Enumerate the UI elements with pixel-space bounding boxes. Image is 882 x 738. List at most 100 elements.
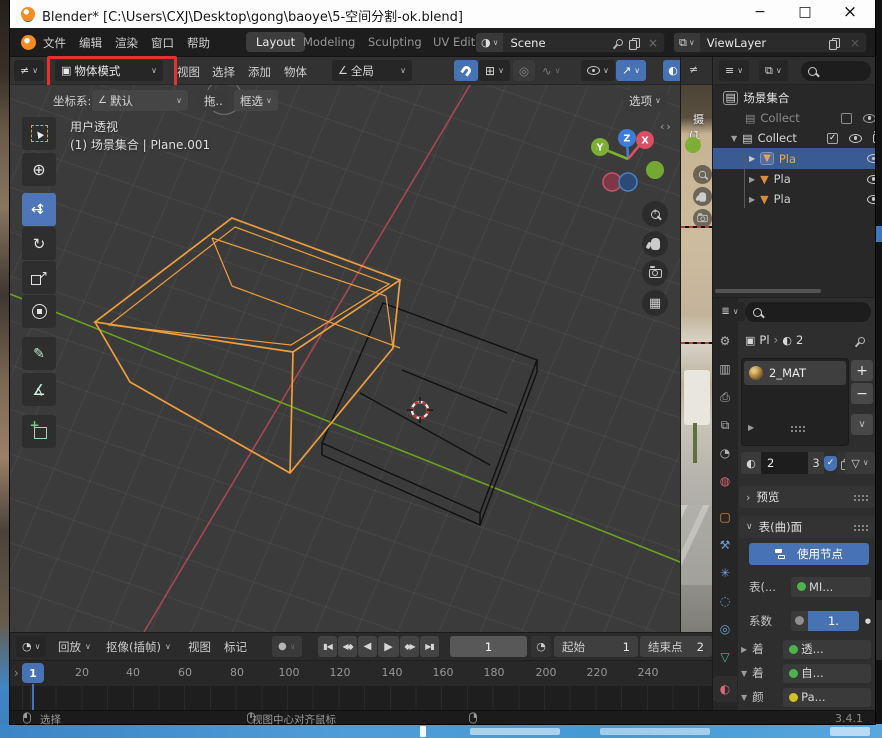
- slot-list-grip[interactable]: [790, 425, 805, 432]
- panel-grip[interactable]: [853, 494, 868, 501]
- link-funnel-dropdown[interactable]: ▽∨: [845, 452, 875, 474]
- slot-specials-button[interactable]: ∨: [851, 414, 873, 435]
- shader-select-button[interactable]: 自...: [783, 664, 871, 683]
- exclude-checkbox[interactable]: [841, 113, 852, 124]
- snap-toggle-button[interactable]: [454, 60, 478, 81]
- tab-object[interactable]: ▢: [713, 504, 737, 530]
- falloff-dropdown[interactable]: ∿∨: [536, 60, 567, 81]
- strip-gizmo-y-ball[interactable]: [685, 137, 701, 153]
- expand-icon[interactable]: ▶: [749, 154, 755, 163]
- outliner-row-collection-1[interactable]: ▤ Collect: [713, 108, 875, 128]
- playhead-marker[interactable]: 1: [22, 663, 44, 683]
- scene-type-button[interactable]: ◑ ∨: [476, 33, 503, 52]
- jump-to-end-button[interactable]: ▶▮: [420, 636, 439, 657]
- hide-eye-icon[interactable]: [867, 175, 875, 184]
- camera-view-button[interactable]: [642, 260, 668, 286]
- tool-annotate[interactable]: ✎: [22, 337, 56, 370]
- keyframe-dot-icon[interactable]: ●: [865, 617, 871, 625]
- timeline-keying-menu[interactable]: 抠像(插帧)∨: [106, 639, 171, 655]
- end-frame-field[interactable]: 结束点 2: [640, 636, 712, 657]
- tool-rotate[interactable]: ↻: [22, 227, 56, 260]
- tab-object-data[interactable]: ▽: [713, 644, 737, 670]
- auto-keying-record-button[interactable]: ● ∨: [272, 636, 302, 657]
- outliner-display-mode-button[interactable]: ⧉∨: [759, 60, 788, 81]
- fake-user-shield-toggle[interactable]: ✓: [824, 456, 837, 471]
- orientation-dropdown[interactable]: ∠ 全局 ∨: [332, 60, 412, 81]
- strip-pan-button[interactable]: [693, 187, 712, 206]
- scene-name[interactable]: Scene: [503, 36, 615, 50]
- render-camera-icon[interactable]: [873, 134, 875, 143]
- drag-button[interactable]: 拖..: [198, 90, 229, 111]
- tab-scene[interactable]: ◔: [713, 440, 737, 466]
- expand-icon[interactable]: ▶: [749, 175, 755, 184]
- tab-tool[interactable]: ⚙: [713, 328, 737, 354]
- breadcrumb-object[interactable]: Pl: [759, 333, 769, 347]
- editor-type-button[interactable]: ≠∨: [14, 60, 44, 81]
- timeline-ruler[interactable]: › 20 40 60 80 100 120 140 160 180 200 22…: [10, 660, 712, 686]
- gizmos-dropdown[interactable]: ↗∨: [616, 60, 646, 81]
- outliner-h-scrollbar[interactable]: [715, 289, 821, 293]
- current-frame-field[interactable]: 1: [450, 636, 527, 657]
- breadcrumb-material[interactable]: 2: [796, 333, 854, 347]
- factor-value-slider[interactable]: 1.: [808, 611, 859, 631]
- navigation-gizmo[interactable]: Z X Y: [585, 113, 677, 213]
- tab-modifiers[interactable]: ⚒: [713, 532, 737, 558]
- slot-remove-button[interactable]: −: [851, 383, 873, 404]
- tab-sculpting[interactable]: Sculpting: [368, 35, 422, 49]
- proportional-edit-button[interactable]: ◎: [513, 60, 535, 81]
- jump-to-start-button[interactable]: ▮◀: [318, 636, 337, 657]
- timeline-playback-menu[interactable]: 回放∨: [58, 639, 91, 655]
- color-select-button[interactable]: Pa...: [783, 688, 871, 707]
- exclude-checkbox[interactable]: ✓: [827, 133, 838, 144]
- box-select-dropdown[interactable]: 框选∨: [234, 90, 278, 111]
- hide-eye-icon[interactable]: [863, 114, 875, 123]
- panel-grip[interactable]: [853, 524, 868, 531]
- menu-file[interactable]: 文件: [43, 35, 66, 51]
- timeline-track[interactable]: [10, 686, 712, 711]
- blender-menu-icon[interactable]: [21, 35, 36, 50]
- pin-icon[interactable]: [857, 335, 867, 345]
- material-slot-row[interactable]: 2_MAT: [744, 361, 846, 385]
- preview-panel-header[interactable]: › 预览: [739, 486, 875, 508]
- expand-icon[interactable]: ▶: [749, 195, 755, 204]
- tool-move[interactable]: ↔↕: [22, 193, 56, 226]
- tool-scale[interactable]: ↗: [22, 261, 56, 294]
- hide-eye-icon[interactable]: [867, 154, 875, 163]
- next-keyframe-button[interactable]: ◆▶: [400, 636, 419, 657]
- tab-modeling[interactable]: Modeling: [303, 35, 355, 49]
- new-viewlayer-icon[interactable]: [832, 38, 840, 48]
- menu-render[interactable]: 渲染: [115, 35, 138, 51]
- outliner-row-object-selected[interactable]: ▶ ▼ Pla: [713, 148, 875, 169]
- strip-editor-icon[interactable]: ≠: [689, 63, 698, 76]
- tab-render[interactable]: ▥: [713, 356, 737, 382]
- maximize-button[interactable]: □: [790, 4, 820, 24]
- expand-icon[interactable]: ▼: [731, 134, 737, 143]
- menu-window[interactable]: 窗口: [151, 35, 174, 51]
- shader-select-button[interactable]: MI...: [791, 577, 871, 597]
- tab-world[interactable]: ◍: [713, 468, 737, 494]
- strip-viewport[interactable]: 摄 (1: [680, 85, 712, 632]
- outliner-editor-type-button[interactable]: ≡∨: [719, 60, 749, 81]
- strip-zoom-button[interactable]: [693, 165, 712, 184]
- viewport-3d[interactable]: 坐标系: ∠ 默认 ∨ 拖.. 框选∨ 选项∨ 用户透视 (1) 场景集合 | …: [10, 85, 680, 632]
- tab-view-layer[interactable]: ⧉: [713, 412, 737, 438]
- props-search-field[interactable]: [745, 302, 871, 322]
- tool-add-cube[interactable]: +: [22, 415, 56, 448]
- coord-system-dropdown[interactable]: ∠ 默认 ∨: [92, 90, 188, 111]
- browse-material-button[interactable]: ◐: [741, 452, 761, 474]
- start-frame-field[interactable]: 起始 1: [554, 636, 638, 657]
- tab-material[interactable]: ◐: [713, 676, 737, 702]
- auto-keyframe-clock-button[interactable]: ◔: [531, 636, 551, 657]
- material-name-field[interactable]: 2: [761, 452, 808, 474]
- zoom-nav-button[interactable]: [642, 201, 668, 227]
- timeline-editor-type-button[interactable]: ◔∨: [16, 636, 46, 657]
- pan-nav-button[interactable]: [642, 231, 668, 257]
- prev-keyframe-button[interactable]: ◀◆: [338, 636, 357, 657]
- menu-select[interactable]: 选择: [212, 64, 235, 80]
- menu-add[interactable]: 添加: [248, 64, 271, 80]
- close-button[interactable]: ×: [835, 2, 865, 24]
- slot-add-button[interactable]: +: [851, 360, 873, 381]
- tab-uv-edit[interactable]: UV Edit: [433, 35, 475, 49]
- surface-panel-header[interactable]: ∨ 表(曲)面: [739, 516, 875, 538]
- tool-measure[interactable]: ∡: [22, 373, 56, 406]
